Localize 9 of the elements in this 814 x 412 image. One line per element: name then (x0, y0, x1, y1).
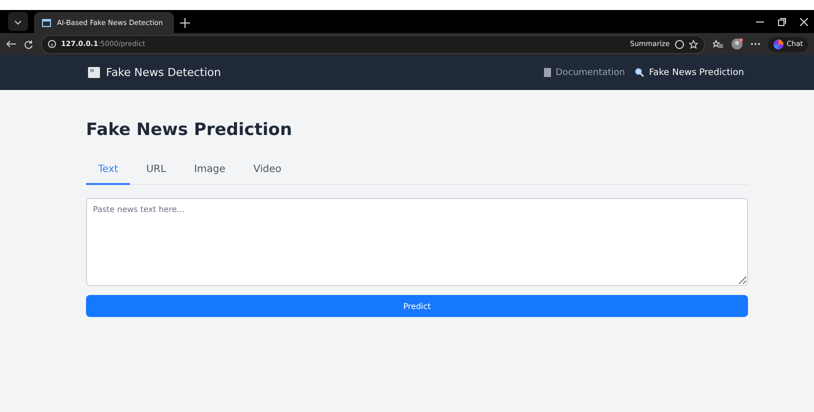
input-tab[interactable]: Image (182, 158, 238, 185)
input-tab[interactable]: Video (241, 158, 294, 185)
input-tab[interactable]: URL (134, 158, 178, 185)
nav-link[interactable]: Fake News Prediction (634, 68, 744, 78)
nav-link[interactable]: Documentation (544, 68, 625, 78)
brand-title[interactable]: Fake News Detection (106, 66, 221, 79)
news-text-field[interactable]: Paste news text here... (86, 198, 748, 286)
page-title: Fake News Prediction (86, 120, 294, 140)
predict-button[interactable]: Predict (86, 295, 748, 317)
